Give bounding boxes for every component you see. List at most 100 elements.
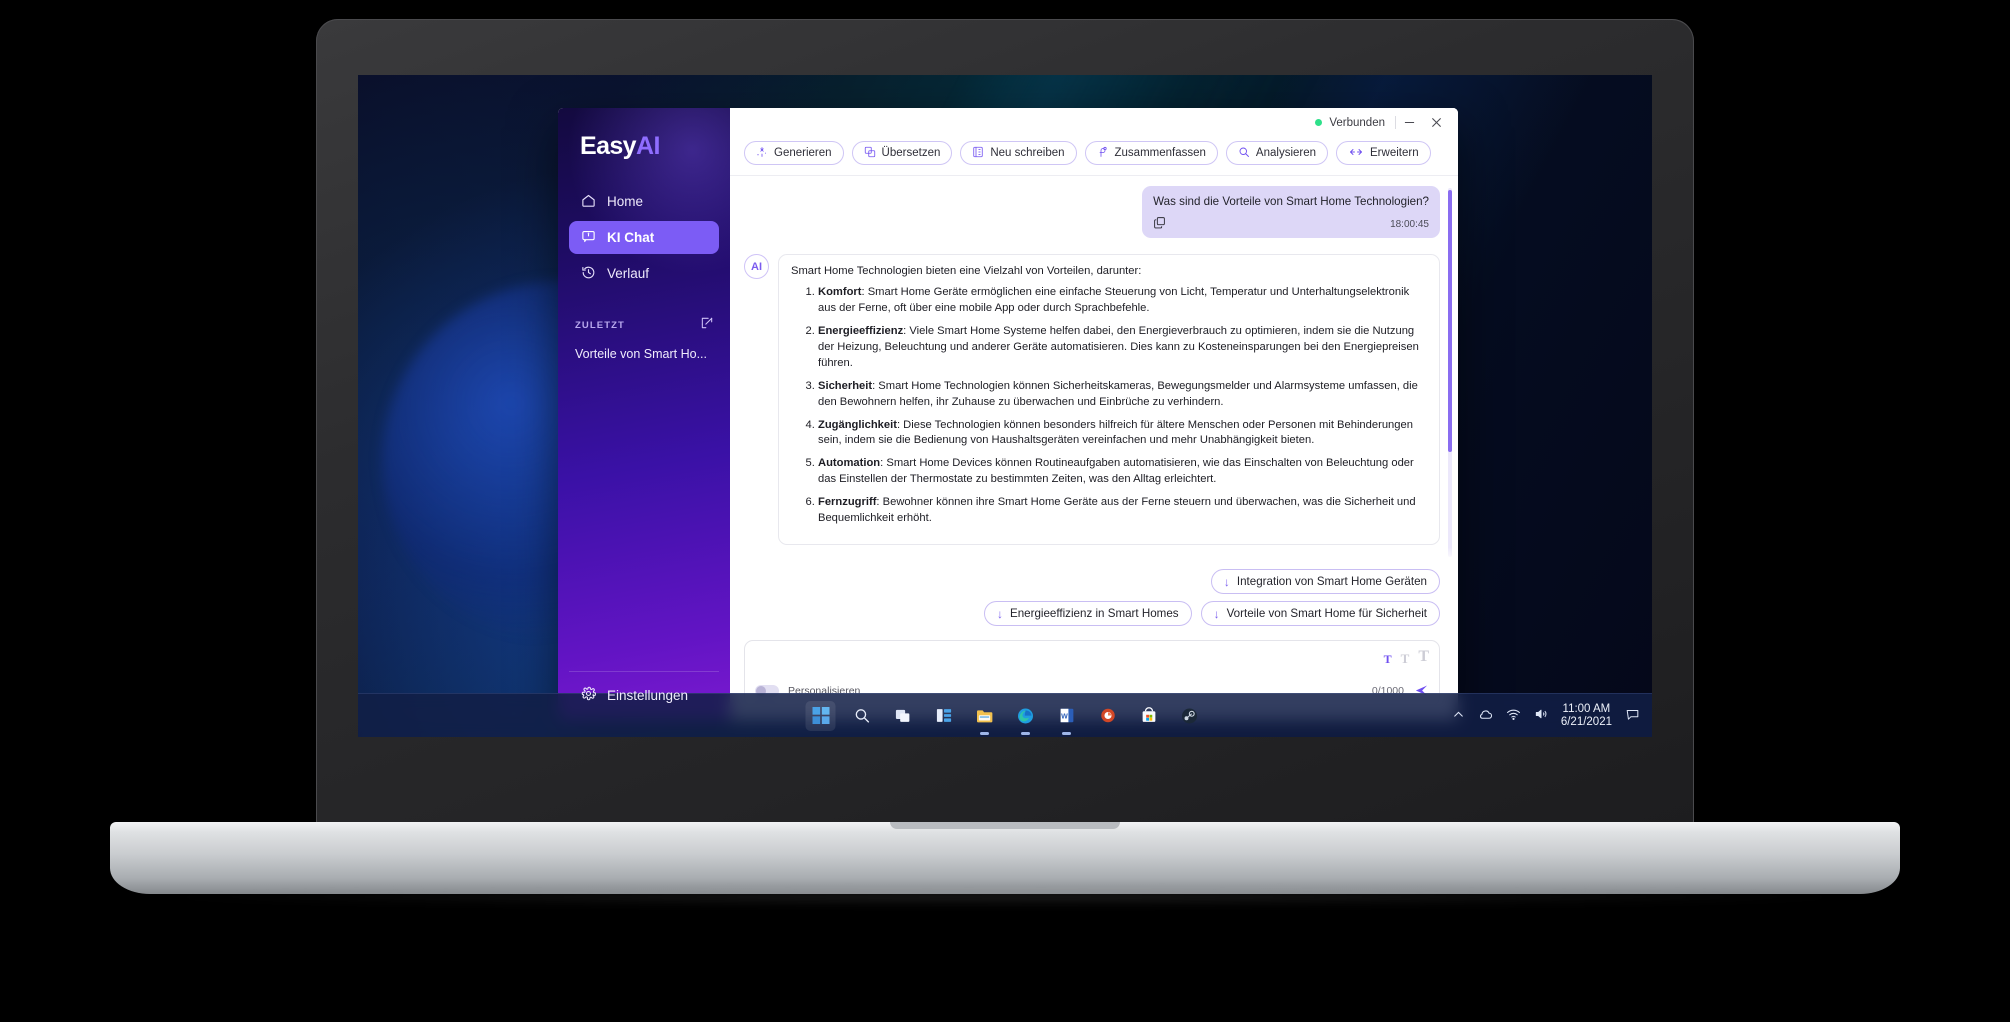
avatar-label: AI: [751, 260, 762, 273]
suggestion-integration[interactable]: ↓ Integration von Smart Home Geräten: [1210, 569, 1440, 594]
list-item-text: : Diese Technologien können besonders hi…: [818, 418, 1413, 447]
suggestion-chips: ↓ Integration von Smart Home Geräten ↓ E…: [730, 563, 1458, 634]
list-item: Zugänglichkeit: Diese Technologien könne…: [818, 418, 1427, 450]
task-view-icon[interactable]: [888, 701, 918, 731]
file-explorer-icon[interactable]: [970, 701, 1000, 735]
search-icon[interactable]: [847, 701, 877, 731]
powerpoint-icon[interactable]: [1093, 701, 1123, 731]
app-logo: EasyAI: [558, 108, 730, 185]
sidebar-item-home[interactable]: Home: [569, 185, 719, 218]
sparkle-icon: [756, 146, 768, 161]
toolbar-button-neu-schreiben[interactable]: Neu schreiben: [960, 141, 1077, 165]
edit-square-icon[interactable]: [700, 316, 714, 335]
toolbar-button-zusammenfassen[interactable]: Zusammenfassen: [1084, 141, 1218, 165]
gear-icon: [581, 686, 597, 704]
chat-message-area: Was sind die Vorteile von Smart Home Tec…: [730, 176, 1458, 563]
list-item-text: : Smart Home Technologien können Sicherh…: [818, 379, 1418, 408]
list-item-term: Fernzugriff: [818, 496, 877, 509]
toolbar-button-uebersetzen[interactable]: Übersetzen: [851, 141, 953, 165]
user-message-text: Was sind die Vorteile von Smart Home Tec…: [1153, 195, 1429, 208]
close-icon[interactable]: [1423, 112, 1450, 134]
user-message-row: Was sind die Vorteile von Smart Home Tec…: [744, 186, 1440, 239]
home-icon: [581, 193, 596, 211]
screenshot-stage: EasyAI Home KI Chat Verlauf ZULETZT Vort…: [0, 0, 2010, 1022]
recent-chat-item[interactable]: Vorteile von Smart Ho...: [558, 343, 730, 365]
microsoft-store-icon[interactable]: [1134, 701, 1164, 731]
clock-time: 11:00 AM: [1562, 702, 1611, 715]
cloud-icon[interactable]: [1478, 707, 1493, 725]
user-message-bubble: Was sind die Vorteile von Smart Home Tec…: [1142, 186, 1440, 239]
running-indicator: [980, 732, 989, 735]
toolbar-button-label: Neu schreiben: [990, 147, 1065, 159]
format-controls: T T T: [755, 649, 1429, 666]
windows-start-icon[interactable]: [805, 700, 836, 731]
suggestion-row-2: ↓ Energieeffizienz in Smart Homes ↓ Vort…: [983, 601, 1440, 626]
expand-arrows-icon: [1348, 146, 1364, 161]
suggestion-sicherheit[interactable]: ↓ Vorteile von Smart Home für Sicherheit: [1200, 601, 1440, 626]
sidebar-item-verlauf[interactable]: Verlauf: [569, 257, 719, 290]
toolbar-button-label: Analysieren: [1255, 147, 1317, 159]
wifi-icon[interactable]: [1506, 707, 1521, 725]
font-size-large-button[interactable]: T: [1418, 649, 1429, 665]
toolbar-button-label: Zusammenfassen: [1114, 147, 1206, 159]
svg-text:W: W: [1061, 712, 1068, 720]
toolbar-button-erweitern[interactable]: Erweitern: [1336, 141, 1431, 165]
window-titlebar: Verbunden: [730, 108, 1458, 137]
chat-scrollbar-thumb[interactable]: [1448, 190, 1452, 452]
sidebar-item-label: Verlauf: [607, 266, 650, 281]
list-item-term: Zugänglichkeit: [818, 418, 897, 431]
arrow-down-icon: ↓: [1223, 574, 1230, 589]
logo-text-easy: Easy: [580, 132, 637, 160]
sidebar-item-settings[interactable]: Einstellungen: [569, 672, 719, 720]
ai-message-intro: Smart Home Technologien bieten eine Viel…: [791, 265, 1142, 278]
toolbar-button-generieren[interactable]: Generieren: [744, 141, 844, 165]
settings-divider: Einstellungen: [569, 671, 719, 720]
sidebar-item-ki-chat[interactable]: KI Chat: [569, 221, 719, 254]
taskbar-icon-group: W: [805, 700, 1205, 735]
arrow-down-icon: ↓: [1213, 606, 1220, 621]
volume-icon[interactable]: [1534, 707, 1548, 724]
font-size-small-button[interactable]: T: [1384, 653, 1392, 665]
word-icon[interactable]: W: [1052, 701, 1082, 735]
easyai-app-window: EasyAI Home KI Chat Verlauf ZULETZT Vort…: [558, 108, 1458, 720]
ai-message-list: Komfort: Smart Home Geräte ermöglichen e…: [791, 285, 1427, 527]
toolbar-button-label: Generieren: [774, 147, 832, 159]
toolbar-button-analysieren[interactable]: Analysieren: [1225, 141, 1329, 165]
windows-taskbar: W 11:00 AM 6/21/2021: [358, 693, 1652, 737]
suggestion-energieeffizienz[interactable]: ↓ Energieeffizienz in Smart Homes: [983, 601, 1192, 626]
steam-icon[interactable]: [1175, 701, 1205, 731]
taskbar-clock[interactable]: 11:00 AM 6/21/2021: [1561, 703, 1612, 729]
edge-icon[interactable]: [1011, 701, 1041, 735]
sidebar: EasyAI Home KI Chat Verlauf ZULETZT Vort…: [558, 108, 730, 720]
chat-fade-overlay: [730, 547, 1458, 563]
main-panel: Verbunden Generieren Übersetzen Neu schr…: [730, 108, 1458, 720]
rewrite-icon: [972, 146, 984, 161]
avatar: AI: [744, 254, 769, 280]
status-badge: Verbunden: [1329, 116, 1385, 129]
chevron-up-icon[interactable]: [1452, 708, 1465, 724]
laptop-base: [110, 822, 1900, 894]
history-icon: [581, 265, 596, 283]
copy-icon[interactable]: [1153, 216, 1166, 234]
list-item-text: : Smart Home Geräte ermöglichen eine ein…: [818, 286, 1410, 315]
translate-icon: [864, 146, 876, 161]
list-item: Fernzugriff: Bewohner können ihre Smart …: [818, 495, 1427, 527]
logo-text-ai: AI: [636, 132, 660, 160]
running-indicator: [1062, 732, 1071, 735]
ai-message-row: AI Smart Home Technologien bieten eine V…: [744, 254, 1440, 545]
summarize-icon: [1097, 146, 1109, 161]
chat-icon: [581, 229, 596, 247]
laptop-shadow: [150, 888, 1860, 906]
notification-icon[interactable]: [1625, 707, 1640, 725]
toolbar-button-label: Erweitern: [1370, 147, 1419, 159]
laptop-screen: EasyAI Home KI Chat Verlauf ZULETZT Vort…: [358, 75, 1652, 737]
list-item-text: : Bewohner können ihre Smart Home Geräte…: [818, 496, 1416, 525]
user-message-time: 18:00:45: [1390, 218, 1429, 230]
action-toolbar: Generieren Übersetzen Neu schreiben Zusa…: [730, 137, 1458, 176]
font-size-medium-button[interactable]: T: [1401, 652, 1410, 665]
search-icon: [1238, 146, 1250, 161]
settings-label: Einstellungen: [607, 687, 689, 703]
minimize-icon[interactable]: [1396, 112, 1423, 134]
widgets-icon[interactable]: [929, 701, 959, 731]
